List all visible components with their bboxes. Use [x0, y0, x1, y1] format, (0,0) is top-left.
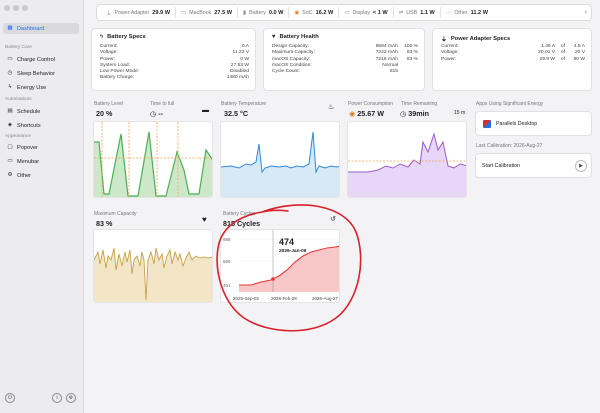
app-window: ▦ Dashboard Battery Care ▭ Charge Contro… [0, 0, 600, 413]
annotation-overlay [216, 204, 362, 332]
red-annotation-circle [216, 204, 362, 332]
